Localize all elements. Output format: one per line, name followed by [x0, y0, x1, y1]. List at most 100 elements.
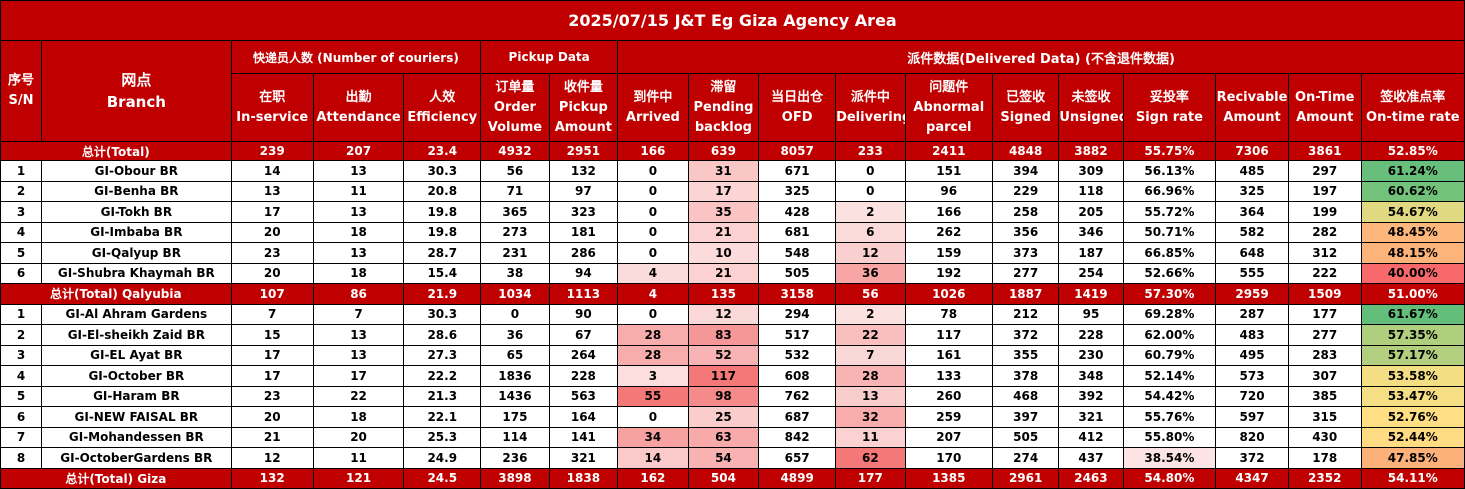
row-value: 18: [312, 406, 405, 428]
header-group-pickup: Pickup Data: [480, 40, 619, 74]
row-value: 325: [1215, 180, 1289, 202]
row-value: 315: [1287, 406, 1362, 428]
column-header-cn: 收件量: [563, 79, 603, 95]
row-value: 468: [991, 385, 1060, 407]
row-value: 392: [1058, 385, 1124, 407]
row-value: 657: [758, 447, 837, 469]
header-sn-cn: 序号: [8, 73, 35, 88]
row-value: 117: [687, 365, 760, 387]
row-value: 114: [480, 426, 550, 448]
column-header-en: Sign rate: [1135, 109, 1203, 125]
row-value: 177: [835, 467, 906, 489]
row-value: 98: [687, 385, 760, 407]
row-value: 135: [687, 283, 760, 305]
row-value: 30.3: [403, 303, 482, 325]
row-value: 62: [835, 447, 906, 469]
row-value: 60.79%: [1122, 344, 1217, 366]
row-value: 132: [548, 160, 619, 182]
row-value: 385: [1287, 385, 1362, 407]
row-value: 0: [617, 406, 689, 428]
row-value: 24.5: [403, 467, 482, 489]
row-value: 65: [480, 344, 550, 366]
row-value: 321: [548, 447, 619, 469]
table-row: 1 GI-Al Ahram Gardens 7 7 30.3 0 90 0 12 294 2 78 21…: [0, 303, 1465, 325]
row-value: 11: [312, 180, 405, 202]
row-value: 53.47%: [1360, 385, 1465, 407]
row-value: 23: [230, 242, 314, 264]
row-value: 54.80%: [1122, 467, 1217, 489]
table-row: 2 GI-El-sheikh Zaid BR 15 13 28.6 36 67 28 83 517…: [0, 324, 1465, 346]
row-value: 22: [312, 385, 405, 407]
row-value: 61.67%: [1360, 303, 1465, 325]
row-value: 21: [230, 426, 314, 448]
row-value: 259: [904, 406, 993, 428]
row-branch: GI-Qalyup BR: [41, 242, 232, 264]
column-header-cn: 在职: [259, 89, 286, 105]
row-sn: 4: [0, 365, 43, 387]
row-value: 356: [991, 221, 1060, 243]
row-value: 159: [904, 242, 993, 264]
row-value: 0: [835, 180, 906, 202]
row-value: 97: [548, 180, 619, 202]
row-value: 48.45%: [1360, 221, 1465, 243]
row-value: 17: [230, 201, 314, 223]
row-value: 277: [1287, 324, 1362, 346]
row-value: 13: [312, 201, 405, 223]
row-branch: GI-OctoberGardens BR: [41, 447, 232, 469]
table-row: 7 GI-Mohandessen BR 21 20 25.3 114 141 34 63 842 1…: [0, 426, 1465, 448]
row-value: 69.28%: [1122, 303, 1217, 325]
row-value: 20.8: [403, 180, 482, 202]
row-value: 13: [312, 160, 405, 182]
row-value: 325: [758, 180, 837, 202]
row-value: 671: [758, 160, 837, 182]
row-sn: 5: [0, 242, 43, 264]
table-row: 8 GI-OctoberGardens BR 12 11 24.9 236 321 14 54 6…: [0, 447, 1465, 469]
row-value: 78: [904, 303, 993, 325]
row-value: 11: [312, 447, 405, 469]
column-header-en: Pending backlog: [693, 99, 754, 135]
row-value: 312: [1287, 242, 1362, 264]
row-branch: GI-Obour BR: [41, 160, 232, 182]
row-sn: 6: [0, 262, 43, 284]
row-value: 7: [312, 303, 405, 325]
row-value: 166: [904, 201, 993, 223]
row-value: 348: [1058, 365, 1124, 387]
row-value: 55.80%: [1122, 426, 1217, 448]
row-value: 62.00%: [1122, 324, 1217, 346]
row-branch: GI-Imbaba BR: [41, 221, 232, 243]
row-value: 0: [617, 180, 689, 202]
row-sn: 4: [0, 221, 43, 243]
column-header-en: OFD: [781, 109, 813, 125]
row-value: 67: [548, 324, 619, 346]
row-branch: GI-NEW FAISAL BR: [41, 406, 232, 428]
row-value: 54.11%: [1360, 467, 1465, 489]
row-value: 177: [1287, 303, 1362, 325]
row-value: 10: [687, 242, 760, 264]
column-header: 在职 In-service: [230, 73, 314, 142]
column-header: 当日出仓 OFD: [758, 73, 837, 142]
column-header: 未签收 Unsigned: [1058, 73, 1124, 142]
row-value: 178: [1287, 447, 1362, 469]
row-value: 3: [617, 365, 689, 387]
row-value: 161: [904, 344, 993, 366]
row-value: 364: [1215, 201, 1289, 223]
row-value: 230: [1058, 344, 1124, 366]
row-value: 13: [835, 385, 906, 407]
row-value: 57.35%: [1360, 324, 1465, 346]
row-value: 309: [1058, 160, 1124, 182]
row-value: 121: [312, 467, 405, 489]
row-value: 54.42%: [1122, 385, 1217, 407]
row-value: 28: [835, 365, 906, 387]
row-value: 231: [480, 242, 550, 264]
row-value: 19.8: [403, 201, 482, 223]
column-header-en: Recivable Amount: [1216, 89, 1288, 125]
row-value: 20: [230, 221, 314, 243]
row-value: 13: [312, 242, 405, 264]
column-header-en: Abnormal parcel: [913, 99, 985, 135]
row-value: 96: [904, 180, 993, 202]
row-value: 294: [758, 303, 837, 325]
column-header: 问题件 Abnormal parcel: [904, 73, 993, 142]
row-value: 228: [1058, 324, 1124, 346]
row-value: 372: [991, 324, 1060, 346]
row-value: 117: [904, 324, 993, 346]
